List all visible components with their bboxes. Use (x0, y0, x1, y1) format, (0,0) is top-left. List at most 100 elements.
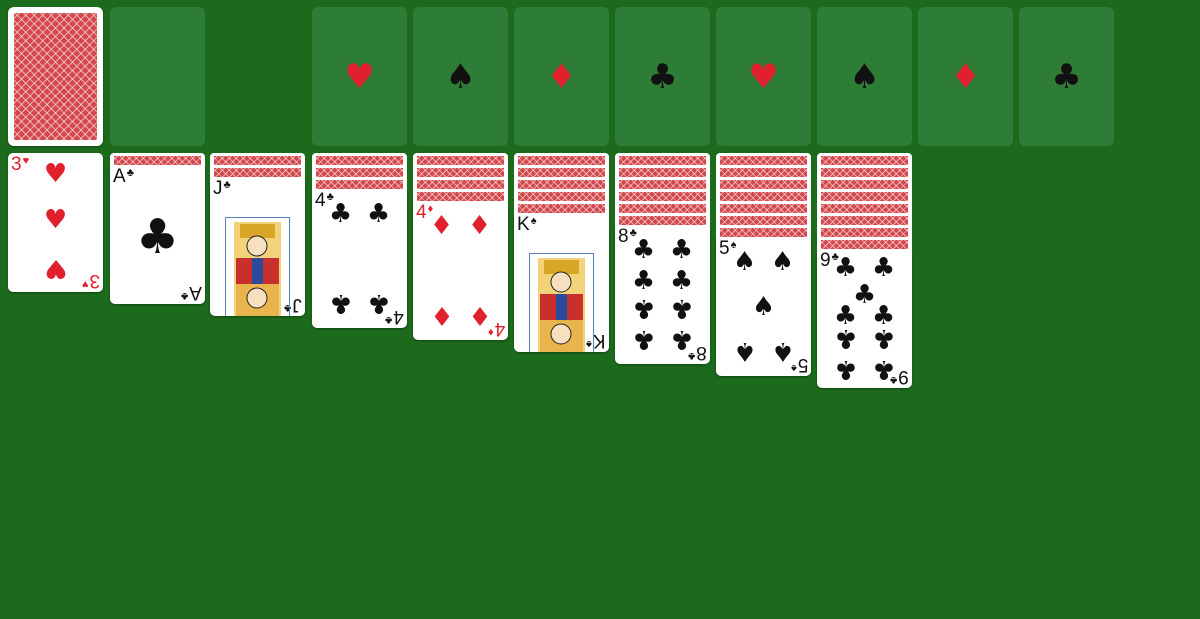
card-back-pattern (619, 192, 706, 201)
card-corner-index: K ♠ (517, 215, 537, 234)
foundation-slot[interactable]: ♠ (817, 7, 912, 146)
playing-card[interactable]: J ♣ J ♣ (210, 177, 305, 316)
card-rank: 5 (797, 354, 808, 375)
club-icon: ♣ (669, 265, 694, 296)
card-back-pattern (316, 180, 403, 189)
club-icon: ♣ (833, 253, 858, 284)
card-back-pattern (821, 156, 908, 165)
card-rank: K (593, 330, 606, 351)
card-rank: 8 (696, 342, 707, 363)
club-icon: ♣ (328, 199, 353, 230)
club-icon: ♣ (126, 167, 134, 179)
card-rank: J (213, 178, 223, 199)
card-corner-index: J ♣ (213, 179, 231, 198)
playing-card[interactable]: A ♣ A ♣ ♣ (110, 165, 205, 304)
card-back-pattern (417, 180, 504, 189)
card-rank: A (189, 282, 202, 303)
foundation-slot[interactable]: ♣ (615, 7, 710, 146)
club-icon: ♣ (871, 353, 896, 384)
club-icon: ♣ (223, 179, 231, 191)
club-icon: ♣ (135, 209, 180, 266)
face-card-illustration (538, 258, 585, 352)
card-back-pattern (821, 216, 908, 225)
spade-icon: ♠ (751, 291, 776, 322)
card-back-pattern (114, 156, 201, 165)
foundation-slot[interactable]: ♣ (1019, 7, 1114, 146)
club-icon: ♣ (631, 293, 656, 324)
card-back-pattern (821, 228, 908, 237)
card-corner-index: A ♣ (181, 282, 202, 303)
card-back-pattern (619, 168, 706, 177)
card-back-pattern (417, 156, 504, 165)
face-art-shape (556, 294, 567, 320)
playing-card[interactable]: 5 ♠ 5 ♠ ♠ ♠ ♠ ♠ ♠ (716, 237, 811, 376)
card-rank: 3 (11, 154, 22, 175)
foundation-slot[interactable]: ♦ (514, 7, 609, 146)
card-back-pattern (316, 156, 403, 165)
face-art-shape (246, 235, 268, 257)
face-art-shape (550, 271, 572, 293)
club-icon: ♣ (871, 322, 896, 353)
diamond-icon: ♦ (429, 299, 454, 330)
face-art-shape (246, 287, 268, 309)
playing-card[interactable]: 4 ♦ 4 ♦ ♦ ♦ ♦ ♦ (413, 201, 508, 340)
card-back-pattern (518, 204, 605, 213)
club-icon: ♣ (669, 235, 694, 266)
playing-card[interactable]: 8 ♣ 8 ♣ ♣ ♣ ♣ ♣ ♣ ♣ ♣ ♣ (615, 225, 710, 364)
club-icon: ♣ (366, 287, 391, 318)
card-rank: K (517, 214, 530, 235)
card-back-pattern (619, 216, 706, 225)
card-rank: 8 (618, 226, 629, 247)
card-corner-index: A ♣ (113, 167, 134, 186)
spade-icon: ♠ (732, 247, 757, 278)
card-corner-index: 3 ♥ (81, 270, 100, 291)
card-rank: 4 (315, 190, 326, 211)
spade-icon: ♠ (530, 215, 537, 227)
foundation-slot[interactable]: ♦ (918, 7, 1013, 146)
card-back-pattern (720, 228, 807, 237)
card-back-pattern (518, 156, 605, 165)
spade-icon: ♠ (445, 56, 476, 97)
club-icon: ♣ (669, 293, 694, 324)
waste-pile[interactable] (110, 7, 205, 146)
card-rank: 5 (719, 238, 730, 259)
club-icon: ♣ (631, 323, 656, 354)
playing-card[interactable]: 9 ♣ 9 ♣ ♣ ♣ ♣ ♣ ♣ ♣ ♣ ♣ ♣ (817, 249, 912, 388)
playing-card[interactable]: K ♠ K ♠ (514, 213, 609, 352)
playing-card[interactable]: 3 ♥ 3 ♥ ♥ ♥ ♥ (8, 153, 103, 292)
card-rank: J (292, 294, 303, 315)
card-back-pattern (214, 156, 301, 165)
playing-card[interactable]: 4 ♣ 4 ♣ ♣ ♣ ♣ ♣ (312, 189, 407, 328)
club-icon: ♣ (833, 353, 858, 384)
card-back-pattern (720, 168, 807, 177)
heart-icon: ♥ (43, 204, 68, 235)
card-back-pattern (821, 204, 908, 213)
card-rank: 4 (393, 306, 404, 327)
club-icon: ♣ (631, 265, 656, 296)
card-rank: 4 (416, 202, 427, 223)
club-icon: ♣ (328, 287, 353, 318)
card-back-pattern (821, 192, 908, 201)
club-icon: ♣ (833, 322, 858, 353)
heart-icon: ♥ (344, 56, 375, 97)
stock-pile[interactable] (8, 7, 103, 146)
card-back-pattern (619, 156, 706, 165)
club-icon: ♣ (669, 323, 694, 354)
card-back-pattern (417, 192, 504, 201)
club-icon: ♣ (647, 56, 678, 97)
club-icon: ♣ (366, 199, 391, 230)
foundation-slot[interactable]: ♠ (413, 7, 508, 146)
card-rank: 9 (820, 250, 831, 271)
card-rank: A (113, 166, 126, 187)
card-rank: 3 (89, 270, 100, 291)
heart-icon: ♥ (81, 278, 89, 290)
spade-icon: ♠ (732, 335, 757, 366)
card-back-pattern (619, 180, 706, 189)
foundation-slot[interactable]: ♥ (716, 7, 811, 146)
card-back-pattern (316, 168, 403, 177)
foundation-slot[interactable]: ♥ (312, 7, 407, 146)
club-icon: ♣ (1051, 56, 1082, 97)
heart-icon: ♥ (748, 56, 779, 97)
card-back-pattern (518, 192, 605, 201)
card-back-pattern (720, 204, 807, 213)
